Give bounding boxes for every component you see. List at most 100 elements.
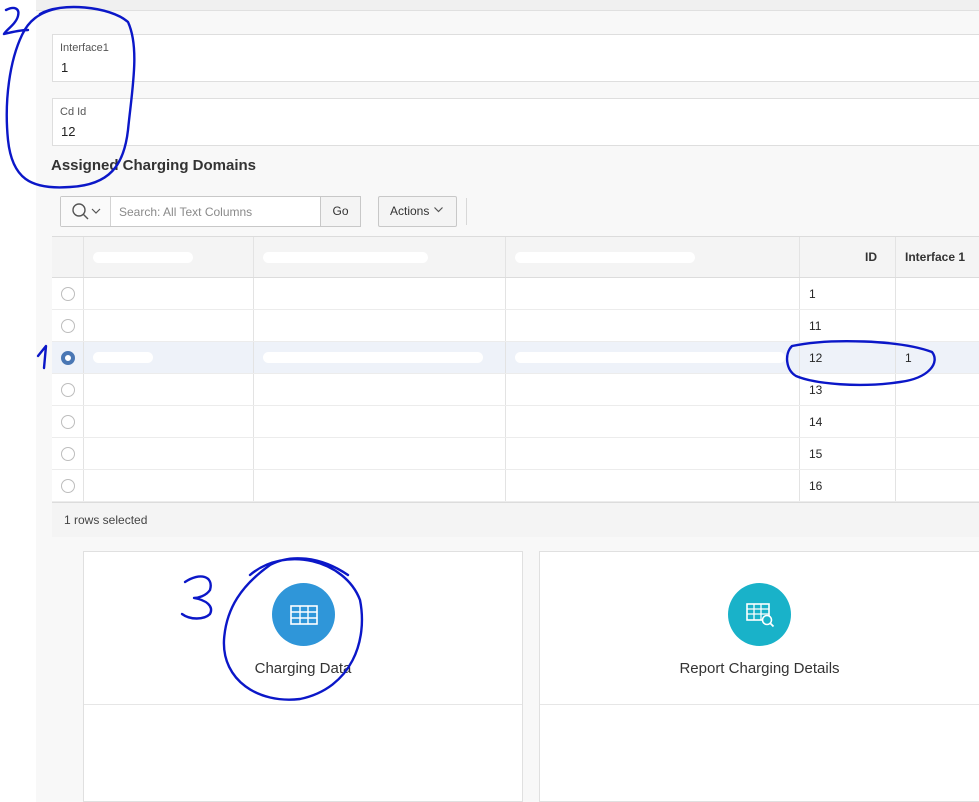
redaction: [93, 288, 163, 299]
card-header: Charging Data: [84, 552, 522, 705]
redaction: [515, 384, 765, 395]
radio-button[interactable]: [60, 414, 75, 429]
cd-id-value[interactable]: 12: [61, 124, 75, 139]
card-title[interactable]: Charging Data: [84, 660, 522, 677]
radio-button[interactable]: [60, 478, 75, 493]
table-row[interactable]: 1: [52, 278, 979, 310]
report-charging-details-card[interactable]: Report Charging Details: [539, 551, 979, 802]
header-interface1-label: Interface 1: [905, 250, 966, 264]
table-cell: [254, 342, 506, 373]
table-row[interactable]: 15: [52, 438, 979, 470]
table-cell-id: 12: [800, 342, 896, 373]
table-cell: [84, 438, 254, 469]
table-cell: [84, 374, 254, 405]
chevron-down-icon: [434, 207, 443, 213]
search-box[interactable]: [60, 196, 360, 227]
redaction: [93, 416, 163, 427]
redaction: [515, 251, 695, 263]
actions-label: Actions: [390, 204, 430, 218]
row-select[interactable]: [52, 406, 84, 437]
table-cell-id: 1: [800, 278, 896, 309]
table-cell-interface: [896, 438, 979, 469]
table-cell: [254, 438, 506, 469]
redaction: [515, 320, 775, 331]
search-column-menu[interactable]: [61, 197, 111, 226]
header-col-2[interactable]: [254, 237, 506, 277]
redaction: [93, 352, 153, 363]
table-cell: [506, 438, 800, 469]
table-cell: [254, 470, 506, 501]
cd-id-field[interactable]: Cd Id 12: [52, 98, 979, 146]
table-row-selected[interactable]: 12 1: [52, 342, 979, 374]
table-cell-interface: [896, 374, 979, 405]
header-select: [52, 237, 84, 277]
table-cell-id: 11: [800, 310, 896, 341]
header-col-3[interactable]: [506, 237, 800, 277]
table-cell-interface: [896, 406, 979, 437]
radio-button-checked[interactable]: [60, 350, 75, 365]
table-cell-id: 13: [800, 374, 896, 405]
table-cell: [506, 470, 800, 501]
radio-button[interactable]: [60, 318, 75, 333]
table-cell-interface: [896, 278, 979, 309]
section-title: Assigned Charging Domains: [51, 157, 257, 174]
radio-button[interactable]: [60, 382, 75, 397]
row-select[interactable]: [52, 374, 84, 405]
redaction: [263, 320, 463, 331]
radio-button[interactable]: [60, 446, 75, 461]
table-cell-id: 14: [800, 406, 896, 437]
actions-button[interactable]: Actions: [378, 196, 457, 227]
page: Interface1 1 Cd Id 12 Assigned Charging …: [0, 0, 979, 802]
table-cell-interface: [896, 310, 979, 341]
row-select[interactable]: [52, 470, 84, 501]
charging-domains-grid: ID Interface 1 1 11 12 1 13 14 15 16 1 r…: [52, 236, 979, 537]
left-gutter: [0, 0, 36, 802]
table-row[interactable]: 16: [52, 470, 979, 502]
card-icon-circle: [272, 583, 335, 646]
grid-header: ID Interface 1: [52, 237, 979, 278]
table-search-icon: [745, 602, 774, 627]
table-cell: [506, 406, 800, 437]
table-row[interactable]: 13: [52, 374, 979, 406]
redaction: [263, 288, 473, 299]
row-select[interactable]: [52, 310, 84, 341]
redaction: [515, 448, 665, 459]
table-cell: [84, 470, 254, 501]
table-cell: [506, 310, 800, 341]
header-id[interactable]: ID: [800, 237, 896, 277]
cd-id-label: Cd Id: [60, 106, 87, 118]
table-cell: [84, 406, 254, 437]
redaction: [263, 352, 483, 363]
redaction: [93, 320, 173, 331]
table-cell: [254, 278, 506, 309]
table-row[interactable]: 14: [52, 406, 979, 438]
table-cell: [84, 278, 254, 309]
table-cell: [84, 310, 254, 341]
search-icon: [72, 203, 101, 220]
header-interface1[interactable]: Interface 1: [896, 237, 979, 277]
redaction: [93, 384, 143, 395]
table-row[interactable]: 11: [52, 310, 979, 342]
table-cell-id: 15: [800, 438, 896, 469]
charging-data-card[interactable]: Charging Data: [83, 551, 523, 802]
redaction: [263, 480, 493, 491]
header-id-label: ID: [865, 250, 877, 264]
card-title[interactable]: Report Charging Details: [540, 660, 979, 677]
redaction: [263, 251, 428, 263]
table-cell-interface: [896, 470, 979, 501]
go-button[interactable]: Go: [320, 196, 361, 227]
interface1-field[interactable]: Interface1 1: [52, 34, 979, 82]
header-col-1[interactable]: [84, 237, 254, 277]
table-cell: [506, 342, 800, 373]
redaction: [515, 480, 625, 491]
interface1-value[interactable]: 1: [61, 60, 68, 75]
row-select[interactable]: [52, 342, 84, 373]
table-cell: [254, 374, 506, 405]
search-input[interactable]: [112, 197, 322, 226]
row-select[interactable]: [52, 278, 84, 309]
radio-button[interactable]: [60, 286, 75, 301]
table-cell: [84, 342, 254, 373]
redaction: [93, 480, 163, 491]
row-select[interactable]: [52, 438, 84, 469]
redaction: [515, 352, 785, 363]
